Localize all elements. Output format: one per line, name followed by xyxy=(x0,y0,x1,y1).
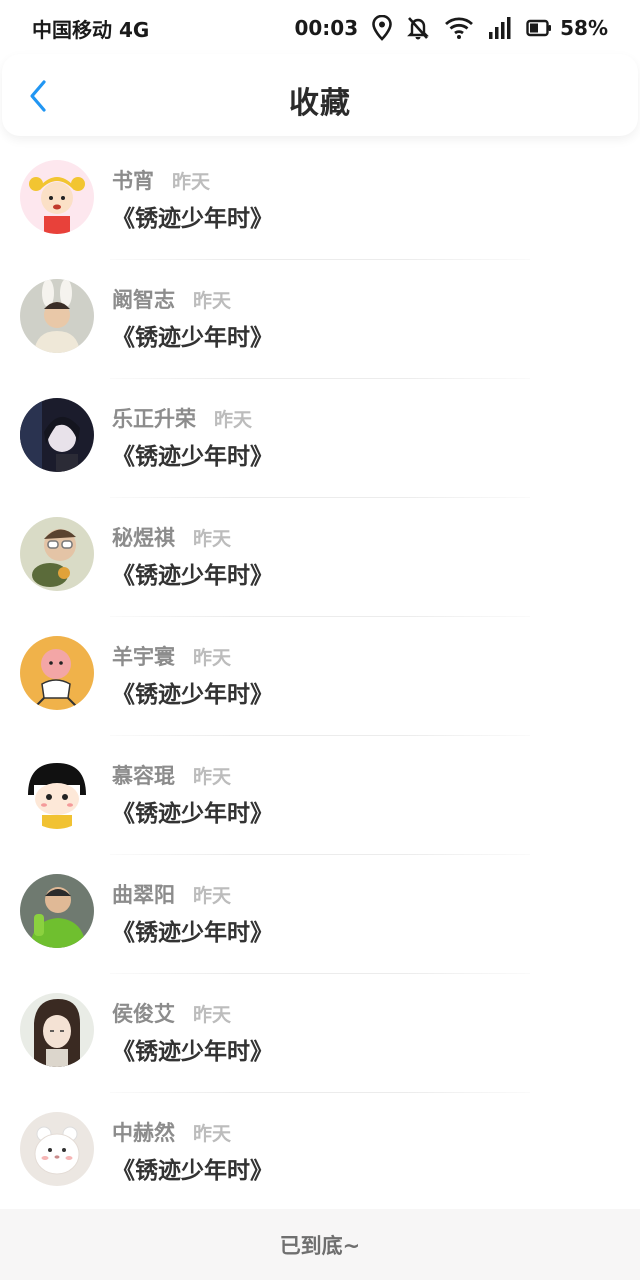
nav-header: 收藏 xyxy=(2,54,638,136)
avatar xyxy=(20,993,94,1067)
battery-status: 58% xyxy=(526,16,608,40)
user-name: 羊宇寰 xyxy=(112,645,175,669)
avatar xyxy=(20,1112,94,1186)
bell-muted-icon xyxy=(406,15,430,41)
work-title: 《锈迹少年时》 xyxy=(112,920,273,946)
user-name: 乐正升荣 xyxy=(112,407,196,431)
timestamp: 昨天 xyxy=(193,528,232,550)
timestamp: 昨天 xyxy=(193,885,232,907)
avatar xyxy=(20,279,94,353)
carrier-label: 中国移动 4G xyxy=(32,18,150,42)
work-title: 《锈迹少年时》 xyxy=(112,682,273,708)
work-title: 《锈迹少年时》 xyxy=(112,325,273,351)
user-name: 秘煜祺 xyxy=(112,526,175,550)
status-icons: 00:03 58% xyxy=(294,14,608,42)
end-of-list-label: 已到底~ xyxy=(279,1233,361,1258)
user-name: 曲翠阳 xyxy=(112,883,175,907)
favorites-list: 书宵 昨天 《锈迹少年时》 阚智志 昨天 《锈迹少年时》 乐正升荣 昨天 《锈迹… xyxy=(0,141,640,1212)
avatar xyxy=(20,874,94,948)
work-title: 《锈迹少年时》 xyxy=(112,563,273,589)
list-item[interactable]: 慕容琨 昨天 《锈迹少年时》 xyxy=(0,736,640,855)
user-name: 中赫然 xyxy=(112,1121,175,1145)
end-of-list-footer: 已到底~ xyxy=(0,1209,640,1280)
page-title: 收藏 xyxy=(289,86,351,121)
wifi-icon xyxy=(444,16,474,40)
timestamp: 昨天 xyxy=(214,409,253,431)
list-item[interactable]: 中赫然 昨天 《锈迹少年时》 xyxy=(0,1093,640,1212)
signal-icon xyxy=(488,16,512,40)
timestamp: 昨天 xyxy=(193,290,232,312)
avatar xyxy=(20,160,94,234)
timestamp: 昨天 xyxy=(193,1123,232,1145)
avatar xyxy=(20,755,94,829)
location-icon xyxy=(372,15,392,41)
work-title: 《锈迹少年时》 xyxy=(112,1039,273,1065)
user-name: 书宵 xyxy=(112,169,154,193)
list-item[interactable]: 秘煜祺 昨天 《锈迹少年时》 xyxy=(0,498,640,617)
timestamp: 昨天 xyxy=(193,766,232,788)
work-title: 《锈迹少年时》 xyxy=(112,801,273,827)
work-title: 《锈迹少年时》 xyxy=(112,1158,273,1184)
timestamp: 昨天 xyxy=(172,171,211,193)
avatar xyxy=(20,398,94,472)
list-item[interactable]: 书宵 昨天 《锈迹少年时》 xyxy=(0,141,640,260)
user-name: 慕容琨 xyxy=(112,764,175,788)
status-bar: 中国移动 4G 00:03 58% xyxy=(0,0,640,54)
timestamp: 昨天 xyxy=(193,647,232,669)
work-title: 《锈迹少年时》 xyxy=(112,206,273,232)
list-item[interactable]: 阚智志 昨天 《锈迹少年时》 xyxy=(0,260,640,379)
battery-label: 58% xyxy=(560,16,608,40)
clock-label: 00:03 xyxy=(294,16,359,40)
timestamp: 昨天 xyxy=(193,1004,232,1026)
user-name: 侯俊艾 xyxy=(112,1002,175,1026)
list-item[interactable]: 羊宇寰 昨天 《锈迹少年时》 xyxy=(0,617,640,736)
avatar xyxy=(20,636,94,710)
avatar xyxy=(20,517,94,591)
list-item[interactable]: 侯俊艾 昨天 《锈迹少年时》 xyxy=(0,974,640,1093)
battery-icon xyxy=(526,19,552,37)
list-item[interactable]: 乐正升荣 昨天 《锈迹少年时》 xyxy=(0,379,640,498)
list-item[interactable]: 曲翠阳 昨天 《锈迹少年时》 xyxy=(0,855,640,974)
work-title: 《锈迹少年时》 xyxy=(112,444,273,470)
user-name: 阚智志 xyxy=(112,288,175,312)
